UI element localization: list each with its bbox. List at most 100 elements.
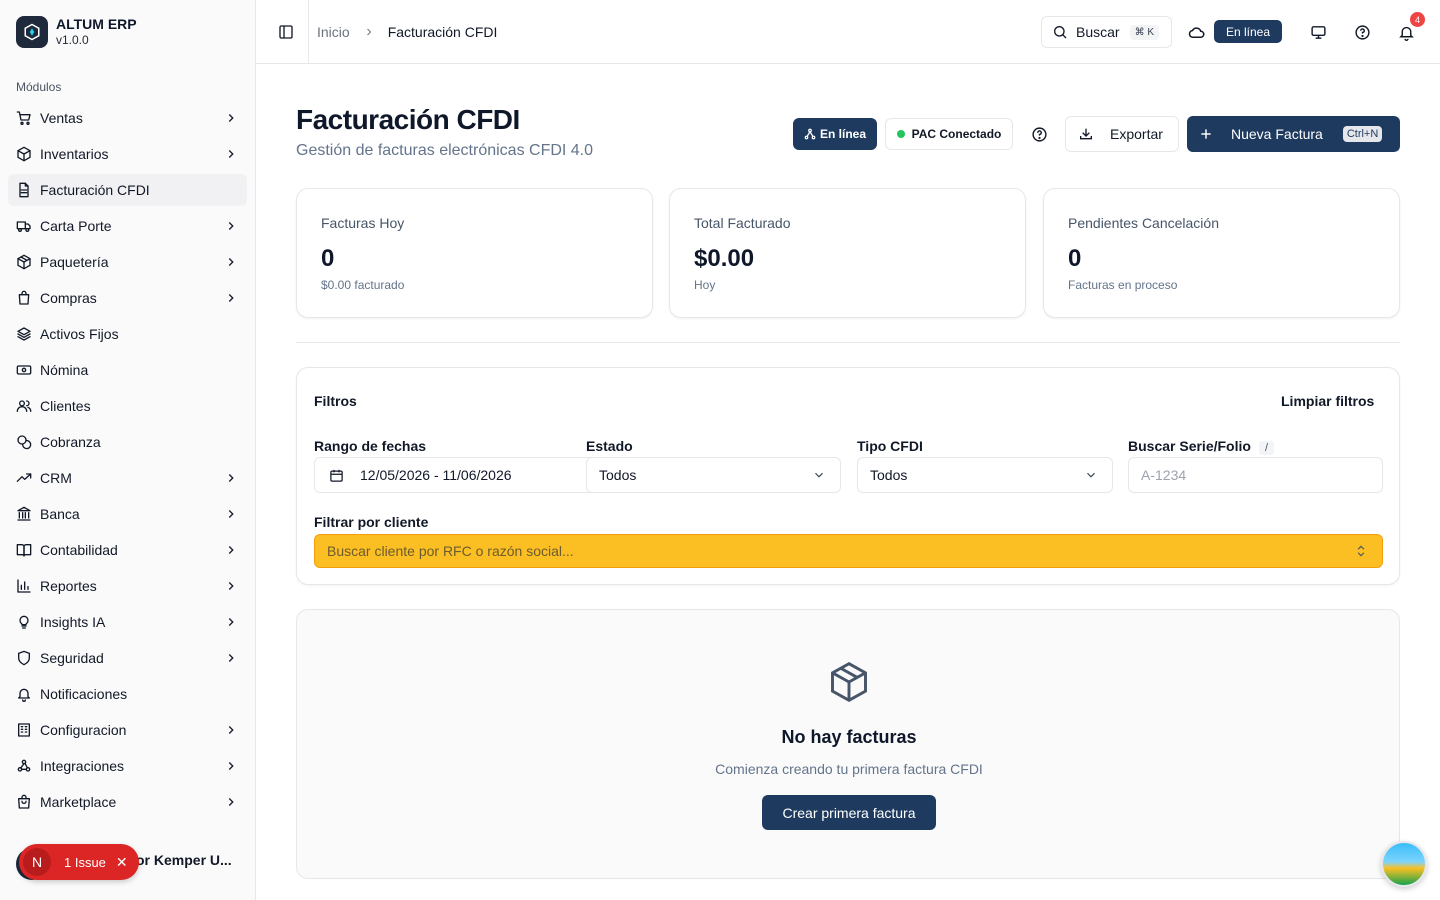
client-search-combobox[interactable]: Buscar cliente por RFC o razón social... (314, 534, 1383, 568)
book-open-icon (16, 542, 32, 558)
tipo-cfdi-label: Tipo CFDI (857, 438, 923, 454)
serie-folio-label: Buscar Serie/Folio / (1128, 438, 1274, 455)
brand[interactable]: ALTUM ERP v1.0.0 (16, 16, 137, 48)
sidebar-item-contabilidad[interactable]: Contabilidad (8, 534, 247, 566)
clear-filters-button[interactable]: Limpiar filtros (1281, 393, 1374, 409)
sidebar-item-label: Facturación CFDI (40, 182, 150, 198)
status-dot (896, 130, 905, 138)
empty-title: No hay facturas (781, 727, 917, 747)
estado-label: Estado (586, 438, 633, 454)
sidebar-item-nomina[interactable]: Nómina (8, 354, 247, 386)
sidebar-item-clientes[interactable]: Clientes (8, 390, 247, 422)
divider (296, 342, 1400, 343)
sidebar-item-crm[interactable]: CRM (8, 462, 247, 494)
date-range-picker[interactable]: 12/05/2026 - 11/06/2026 (314, 457, 614, 493)
store-icon (16, 794, 32, 810)
network-icon (804, 128, 816, 140)
sidebar-item-reportes[interactable]: Reportes (8, 570, 247, 602)
chevron-right-icon (223, 722, 239, 738)
tipo-cfdi-value: Todos (870, 467, 908, 483)
sidebar-item-label: Banca (40, 506, 80, 522)
chevron-right-icon (223, 146, 239, 162)
sidebar-item-carta-porte[interactable]: Carta Porte (8, 210, 247, 242)
serie-folio-placeholder: A-1234 (1141, 467, 1187, 483)
sidebar-item-label: Nómina (40, 362, 89, 378)
monitor-icon[interactable] (1308, 22, 1328, 42)
serie-shortcut: / (1258, 441, 1274, 455)
divider (308, 0, 309, 64)
sidebar-item-paqueteria[interactable]: Paquetería (8, 246, 247, 278)
chevron-right-icon (363, 26, 375, 38)
sidebar-item-inventarios[interactable]: Inventarios (8, 138, 247, 170)
new-invoice-shortcut: Ctrl+N (1342, 126, 1383, 142)
chevron-down-icon (1087, 472, 1095, 478)
sidebar-toggle-icon[interactable] (276, 22, 296, 42)
sidebar-item-label: Notificaciones (40, 686, 128, 702)
export-button[interactable]: Exportar (1065, 116, 1179, 152)
tipo-cfdi-select[interactable]: Todos (857, 457, 1113, 493)
chevrons-up-down-icon (1357, 545, 1365, 557)
sidebar-nav: Ventas Inventarios Facturación CFDI Carta P… (8, 102, 247, 822)
stat-value: 0 (1068, 245, 1082, 272)
sidebar-item-label: Seguridad (40, 650, 104, 666)
sidebar-item-label: Integraciones (40, 758, 125, 774)
sidebar-item-label: Ventas (40, 110, 83, 126)
close-icon[interactable]: ✕ (116, 854, 128, 871)
sidebar-item-label: Compras (40, 290, 97, 306)
package-icon (831, 661, 867, 703)
breadcrumb-home[interactable]: Inicio (317, 24, 350, 40)
building-icon (16, 722, 32, 738)
stat-card-facturas-hoy: Facturas Hoy 0 $0.00 facturado (296, 188, 653, 318)
chevron-right-icon (223, 542, 239, 558)
sidebar-item-insights-ia[interactable]: Insights IA (8, 606, 247, 638)
chevron-right-icon (223, 254, 239, 270)
chevron-right-icon (223, 614, 239, 630)
search-button[interactable]: Buscar ⌘ K (1041, 16, 1172, 48)
search-shortcut: ⌘ K (1129, 24, 1160, 40)
cloud-icon (1188, 27, 1205, 38)
help-circle-icon[interactable] (1029, 124, 1049, 144)
serie-folio-input[interactable]: A-1234 (1128, 457, 1383, 493)
sidebar-item-configuracion[interactable]: Configuracion (8, 714, 247, 746)
sidebar-item-label: Configuracion (40, 722, 127, 738)
help-icon[interactable] (1352, 22, 1372, 42)
issue-indicator[interactable]: N 1 Issue ✕ (19, 844, 139, 880)
serie-folio-label-text: Buscar Serie/Folio (1128, 438, 1251, 454)
bank-icon (16, 506, 32, 522)
trending-up-icon (16, 470, 32, 486)
users-icon (16, 398, 32, 414)
chevron-right-icon (223, 218, 239, 234)
sidebar-item-cobranza[interactable]: Cobranza (8, 426, 247, 458)
sidebar-item-integraciones[interactable]: Integraciones (8, 750, 247, 782)
create-first-invoice-button[interactable]: Crear primera factura (762, 795, 936, 830)
stat-card-pendientes-cancelacion: Pendientes Cancelación 0 Facturas en pro… (1043, 188, 1400, 318)
issue-label: 1 Issue (64, 854, 106, 870)
sidebar-item-ventas[interactable]: Ventas (8, 102, 247, 134)
chevron-right-icon (223, 470, 239, 486)
plus-icon (1201, 129, 1211, 139)
sidebar-item-label: Inventarios (40, 146, 109, 162)
chevron-right-icon (223, 758, 239, 774)
sidebar-item-marketplace[interactable]: Marketplace (8, 786, 247, 818)
sidebar-item-banca[interactable]: Banca (8, 498, 247, 530)
notification-count-badge: 4 (1410, 12, 1425, 27)
sidebar-item-label: Insights IA (40, 614, 106, 630)
sidebar-item-label: Paquetería (40, 254, 109, 270)
lightbulb-icon (16, 614, 32, 630)
sidebar-item-activos-fijos[interactable]: Activos Fijos (8, 318, 247, 350)
empty-state: No hay facturas Comienza creando tu prim… (296, 609, 1400, 879)
sidebar-item-notificaciones[interactable]: Notificaciones (8, 678, 247, 710)
assistant-avatar-button[interactable] (1381, 841, 1427, 887)
sidebar-item-facturacion-cfdi[interactable]: Facturación CFDI (8, 174, 247, 206)
chevron-right-icon (223, 290, 239, 306)
stat-value: $0.00 (694, 245, 755, 272)
stat-sub: Hoy (694, 278, 716, 292)
sidebar-item-seguridad[interactable]: Seguridad (8, 642, 247, 674)
estado-value: Todos (599, 467, 637, 483)
new-invoice-button[interactable]: Nueva Factura Ctrl+N (1187, 116, 1400, 152)
online-label: En línea (819, 127, 866, 141)
chevron-right-icon (223, 794, 239, 810)
estado-select[interactable]: Todos (586, 457, 841, 493)
sidebar-item-label: Clientes (40, 398, 91, 414)
sidebar-item-compras[interactable]: Compras (8, 282, 247, 314)
